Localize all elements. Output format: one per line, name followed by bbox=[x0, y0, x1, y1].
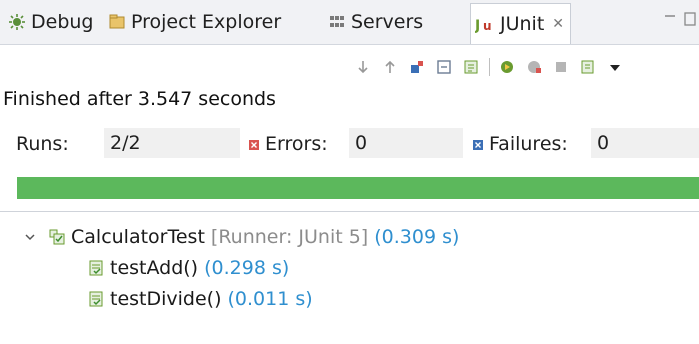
rerun-icon[interactable] bbox=[496, 56, 518, 78]
test-suite-icon bbox=[48, 228, 66, 246]
tab-junit[interactable]: Ju JUnit ✕ bbox=[470, 3, 572, 44]
progress-bar bbox=[17, 177, 699, 199]
test-name: testDivide() bbox=[110, 288, 222, 310]
toolbar-separator bbox=[489, 58, 490, 76]
errors-counter: Errors: bbox=[248, 133, 328, 155]
errors-label: Errors: bbox=[265, 133, 328, 155]
tab-label: Project Explorer bbox=[131, 11, 282, 33]
test-name: testAdd() bbox=[110, 257, 199, 279]
minimize-icon[interactable] bbox=[659, 10, 699, 30]
svg-text:u: u bbox=[483, 19, 492, 33]
stop-icon[interactable] bbox=[550, 56, 572, 78]
servers-icon bbox=[328, 13, 346, 31]
suite-runner: [Runner: JUnit 5] bbox=[210, 226, 369, 248]
show-skipped-icon[interactable] bbox=[460, 56, 482, 78]
test-time: (0.298 s) bbox=[204, 257, 290, 279]
test-passed-icon bbox=[87, 259, 105, 277]
test-passed-icon bbox=[87, 290, 105, 308]
tab-servers[interactable]: Servers bbox=[328, 7, 423, 37]
tab-debug[interactable]: Debug bbox=[8, 7, 93, 37]
rerun-failed-first-icon[interactable] bbox=[523, 56, 545, 78]
runs-label: Runs: bbox=[16, 133, 69, 155]
close-icon[interactable]: ✕ bbox=[552, 16, 564, 32]
suite-name: CalculatorTest bbox=[71, 226, 205, 248]
view-tab-bar: Debug Project Explorer Servers Ju JUnit … bbox=[0, 0, 699, 45]
test-time: (0.011 s) bbox=[227, 288, 313, 310]
tab-label: Debug bbox=[31, 11, 94, 33]
runs-value: 2/2 bbox=[104, 128, 240, 158]
failure-icon bbox=[473, 139, 483, 150]
suite-time: (0.309 s) bbox=[374, 226, 460, 248]
tree-item-suite[interactable]: CalculatorTest [Runner: JUnit 5] (0.309 … bbox=[22, 222, 459, 252]
progress-fill bbox=[17, 177, 699, 199]
tab-project-explorer[interactable]: Project Explorer bbox=[108, 7, 281, 37]
project-explorer-icon bbox=[108, 13, 126, 31]
tree-item-test[interactable]: testAdd() (0.298 s) bbox=[87, 253, 289, 283]
tab-label: JUnit bbox=[500, 13, 545, 35]
view-menu-icon[interactable] bbox=[604, 56, 626, 78]
junit-toolbar bbox=[352, 56, 631, 78]
previous-failure-icon[interactable] bbox=[379, 56, 401, 78]
tab-label: Servers bbox=[351, 11, 424, 33]
junit-icon: Ju bbox=[475, 15, 495, 33]
failures-label: Failures: bbox=[489, 133, 568, 155]
svg-text:J: J bbox=[475, 18, 480, 33]
test-counters: Runs: 2/2 Errors: 0 Failures: 0 bbox=[0, 126, 699, 160]
show-failures-only-icon[interactable] bbox=[406, 56, 428, 78]
tree-item-test[interactable]: testDivide() (0.011 s) bbox=[87, 284, 313, 314]
debug-icon bbox=[8, 13, 26, 31]
scroll-lock-icon[interactable] bbox=[433, 56, 455, 78]
error-icon bbox=[249, 139, 259, 150]
status-message: Finished after 3.547 seconds bbox=[3, 88, 276, 110]
divider bbox=[0, 211, 699, 212]
test-run-history-icon[interactable] bbox=[577, 56, 599, 78]
errors-value: 0 bbox=[349, 128, 463, 158]
window-controls bbox=[659, 10, 699, 30]
next-failure-icon[interactable] bbox=[352, 56, 374, 78]
chevron-down-icon[interactable] bbox=[22, 229, 38, 245]
failures-counter: Failures: bbox=[472, 133, 568, 155]
failures-value: 0 bbox=[591, 128, 699, 158]
